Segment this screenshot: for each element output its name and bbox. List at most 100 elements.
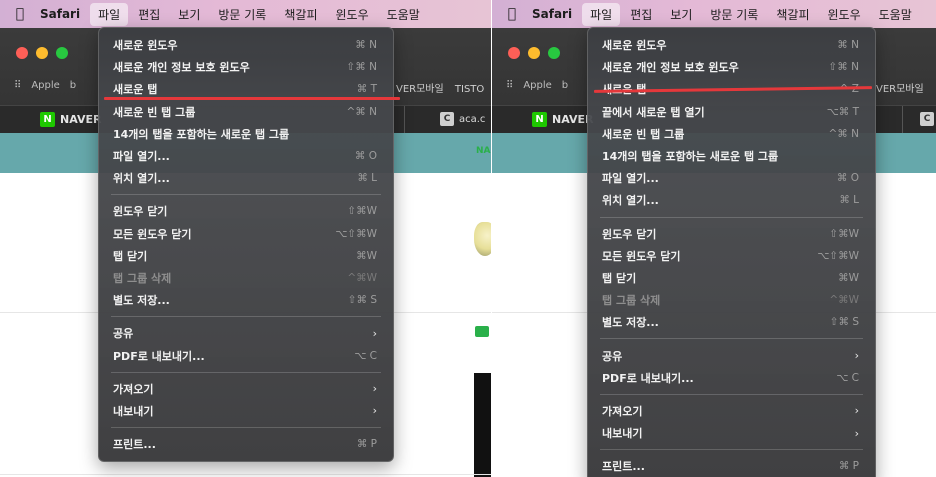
menu-item-위치-열기[interactable]: 위치 열기... ⌘ L — [588, 189, 875, 211]
menu-item-14개의-탭을-포함하는-새로운-탭-그룹[interactable]: 14개의 탭을 포함하는 새로운 탭 그룹 — [99, 123, 393, 145]
menu-item-label: 모든 윈도우 닫기 — [113, 227, 192, 241]
menu-help[interactable]: 도움말 — [379, 3, 428, 26]
menu-item-모든-윈도우-닫기[interactable]: 모든 윈도우 닫기 ⌥⇧⌘W — [99, 223, 393, 245]
menu-item-새로운-윈도우[interactable]: 새로운 윈도우 ⌘ N — [99, 34, 393, 56]
grid-icon[interactable]: ⠿ — [506, 80, 513, 91]
menu-item-shortcut: ⌘ T — [356, 83, 377, 96]
menu-item-탭-닫기[interactable]: 탭 닫기 ⌘W — [588, 267, 875, 289]
menu-history[interactable]: 방문 기록 — [210, 3, 274, 26]
minimize-window-button[interactable] — [528, 47, 540, 59]
menu-item-label: 프린트... — [113, 438, 156, 452]
menu-item-shortcut: ⇧⌘ S — [347, 294, 377, 307]
menu-history[interactable]: 방문 기록 — [702, 3, 766, 26]
app-menu-safari[interactable]: Safari — [40, 7, 80, 21]
zoom-window-button[interactable] — [548, 47, 560, 59]
window-controls — [508, 47, 560, 59]
favorite-clipped[interactable]: b — [562, 80, 568, 91]
menu-item-label: 14개의 탭을 포함하는 새로운 탭 그룹 — [602, 150, 779, 164]
menu-item-shortcut: ⌥⌘ T — [826, 105, 859, 118]
favorite-naver-mobile[interactable]: VER모바일 — [396, 84, 444, 95]
menu-window[interactable]: 윈도우 — [819, 3, 868, 26]
menu-item-내보내기[interactable]: 내보내기 › — [99, 400, 393, 422]
menu-item-끝에서-새로운-탭-열기[interactable]: 끝에서 새로운 탭 열기 ⌥⌘ T — [588, 101, 875, 123]
menu-item-공유[interactable]: 공유 › — [588, 344, 875, 366]
menu-item-shortcut: ^⌘W — [829, 294, 859, 307]
menu-view[interactable]: 보기 — [170, 3, 208, 26]
menu-item-별도-저장[interactable]: 별도 저장... ⇧⌘ S — [99, 289, 393, 311]
menu-help[interactable]: 도움말 — [871, 3, 920, 26]
menu-item-프린트[interactable]: 프린트... ⌘ P — [588, 455, 875, 477]
menu-item-label: 탭 그룹 삭제 — [602, 294, 661, 308]
file-menu-dropdown: 새로운 윈도우⌘ N새로운 개인 정보 보호 윈도우⇧⌘ N새로운 탭^ Z끝에… — [587, 27, 876, 477]
menu-item-가져오기[interactable]: 가져오기 › — [99, 378, 393, 400]
mascot-image — [474, 222, 491, 256]
menu-item-윈도우-닫기[interactable]: 윈도우 닫기 ⇧⌘W — [99, 200, 393, 222]
menu-item-label: 가져오기 — [602, 404, 643, 418]
menu-item-모든-윈도우-닫기[interactable]: 모든 윈도우 닫기 ⌥⇧⌘W — [588, 245, 875, 267]
favorite-apple[interactable]: Apple — [31, 80, 59, 91]
menu-item-label: 내보내기 — [602, 427, 643, 441]
dark-image-block — [474, 373, 491, 477]
menu-item-별도-저장[interactable]: 별도 저장... ⇧⌘ S — [588, 311, 875, 333]
menu-item-새로운-빈-탭-그룹[interactable]: 새로운 빈 탭 그룹 ^⌘ N — [99, 101, 393, 123]
menu-item-공유[interactable]: 공유 › — [99, 322, 393, 344]
menu-item-새로운-개인-정보-보호-윈도우[interactable]: 새로운 개인 정보 보호 윈도우 ⇧⌘ N — [588, 56, 875, 78]
menu-item-label: 탭 닫기 — [602, 271, 637, 285]
menu-item-label: 탭 닫기 — [113, 249, 148, 263]
favorite-tistory[interactable]: TISTO — [455, 84, 484, 95]
site-c-icon: C — [920, 112, 934, 126]
menu-item-label: 새로운 탭 — [113, 83, 158, 97]
menu-item-파일-열기[interactable]: 파일 열기... ⌘ O — [99, 145, 393, 167]
menu-item-파일-열기[interactable]: 파일 열기... ⌘ O — [588, 167, 875, 189]
menu-item-탭-닫기[interactable]: 탭 닫기 ⌘W — [99, 245, 393, 267]
grid-icon[interactable]: ⠿ — [14, 80, 21, 91]
menu-item-label: 윈도우 닫기 — [113, 205, 168, 219]
favorite-naver-mobile[interactable]: VER모바일 — [876, 84, 924, 95]
mail-icon[interactable] — [475, 326, 489, 337]
menu-item-가져오기[interactable]: 가져오기 › — [588, 400, 875, 422]
favorite-clipped[interactable]: b — [70, 80, 76, 91]
tab-aca-label: aca.c — [459, 113, 486, 125]
apple-logo-icon[interactable]:  — [0, 6, 40, 22]
menu-bookmarks[interactable]: 책갈피 — [768, 3, 817, 26]
zoom-window-button[interactable] — [56, 47, 68, 59]
close-window-button[interactable] — [508, 47, 520, 59]
menu-item-새로운-윈도우[interactable]: 새로운 윈도우 ⌘ N — [588, 34, 875, 56]
tab-naver[interactable]: N NAVER — [40, 112, 101, 127]
menu-item-shortcut: ⌥ C — [836, 371, 859, 384]
favorite-apple[interactable]: Apple — [523, 80, 551, 91]
close-window-button[interactable] — [16, 47, 28, 59]
tab-aca[interactable]: C — [920, 112, 934, 126]
menu-bookmarks[interactable]: 책갈피 — [276, 3, 325, 26]
menu-item-label: 공유 — [602, 349, 623, 363]
menu-item-label: 프린트... — [602, 460, 645, 474]
menu-file[interactable]: 파일 — [90, 2, 129, 26]
apple-logo-icon[interactable]:  — [492, 6, 532, 22]
menu-item-14개의-탭을-포함하는-새로운-탭-그룹[interactable]: 14개의 탭을 포함하는 새로운 탭 그룹 — [588, 145, 875, 167]
menu-item-새로운-빈-탭-그룹[interactable]: 새로운 빈 탭 그룹 ^⌘ N — [588, 123, 875, 145]
tab-naver[interactable]: N NAVER — [532, 112, 593, 127]
menu-item-shortcut: ⌘ P — [838, 460, 859, 473]
menu-view[interactable]: 보기 — [662, 3, 700, 26]
app-menu-safari[interactable]: Safari — [532, 7, 572, 21]
menu-window[interactable]: 윈도우 — [327, 3, 376, 26]
tab-aca[interactable]: C aca.c — [440, 112, 485, 126]
menu-item-label: 끝에서 새로운 탭 열기 — [602, 105, 705, 119]
favorites-bar-right: VER모바일 TISTO — [396, 80, 484, 95]
site-c-icon: C — [440, 112, 454, 126]
menu-item-label: 새로운 빈 탭 그룹 — [602, 127, 685, 141]
menu-item-새로운-개인-정보-보호-윈도우[interactable]: 새로운 개인 정보 보호 윈도우 ⇧⌘ N — [99, 56, 393, 78]
menu-item-label: 위치 열기... — [602, 194, 659, 208]
menu-item-내보내기[interactable]: 내보내기 › — [588, 422, 875, 444]
menu-item-pdf로-내보내기[interactable]: PDF로 내보내기... ⌥ C — [588, 367, 875, 389]
menu-item-윈도우-닫기[interactable]: 윈도우 닫기 ⇧⌘W — [588, 223, 875, 245]
menu-item-프린트[interactable]: 프린트... ⌘ P — [99, 433, 393, 455]
minimize-window-button[interactable] — [36, 47, 48, 59]
menu-item-위치-열기[interactable]: 위치 열기... ⌘ L — [99, 167, 393, 189]
menu-item-shortcut: ⌘ O — [836, 172, 859, 185]
menu-file[interactable]: 파일 — [582, 2, 621, 26]
menu-item-shortcut: ⌘ O — [354, 150, 377, 163]
menu-item-pdf로-내보내기[interactable]: PDF로 내보내기... ⌥ C — [99, 344, 393, 366]
menu-edit[interactable]: 편집 — [622, 3, 660, 26]
menu-edit[interactable]: 편집 — [130, 3, 168, 26]
